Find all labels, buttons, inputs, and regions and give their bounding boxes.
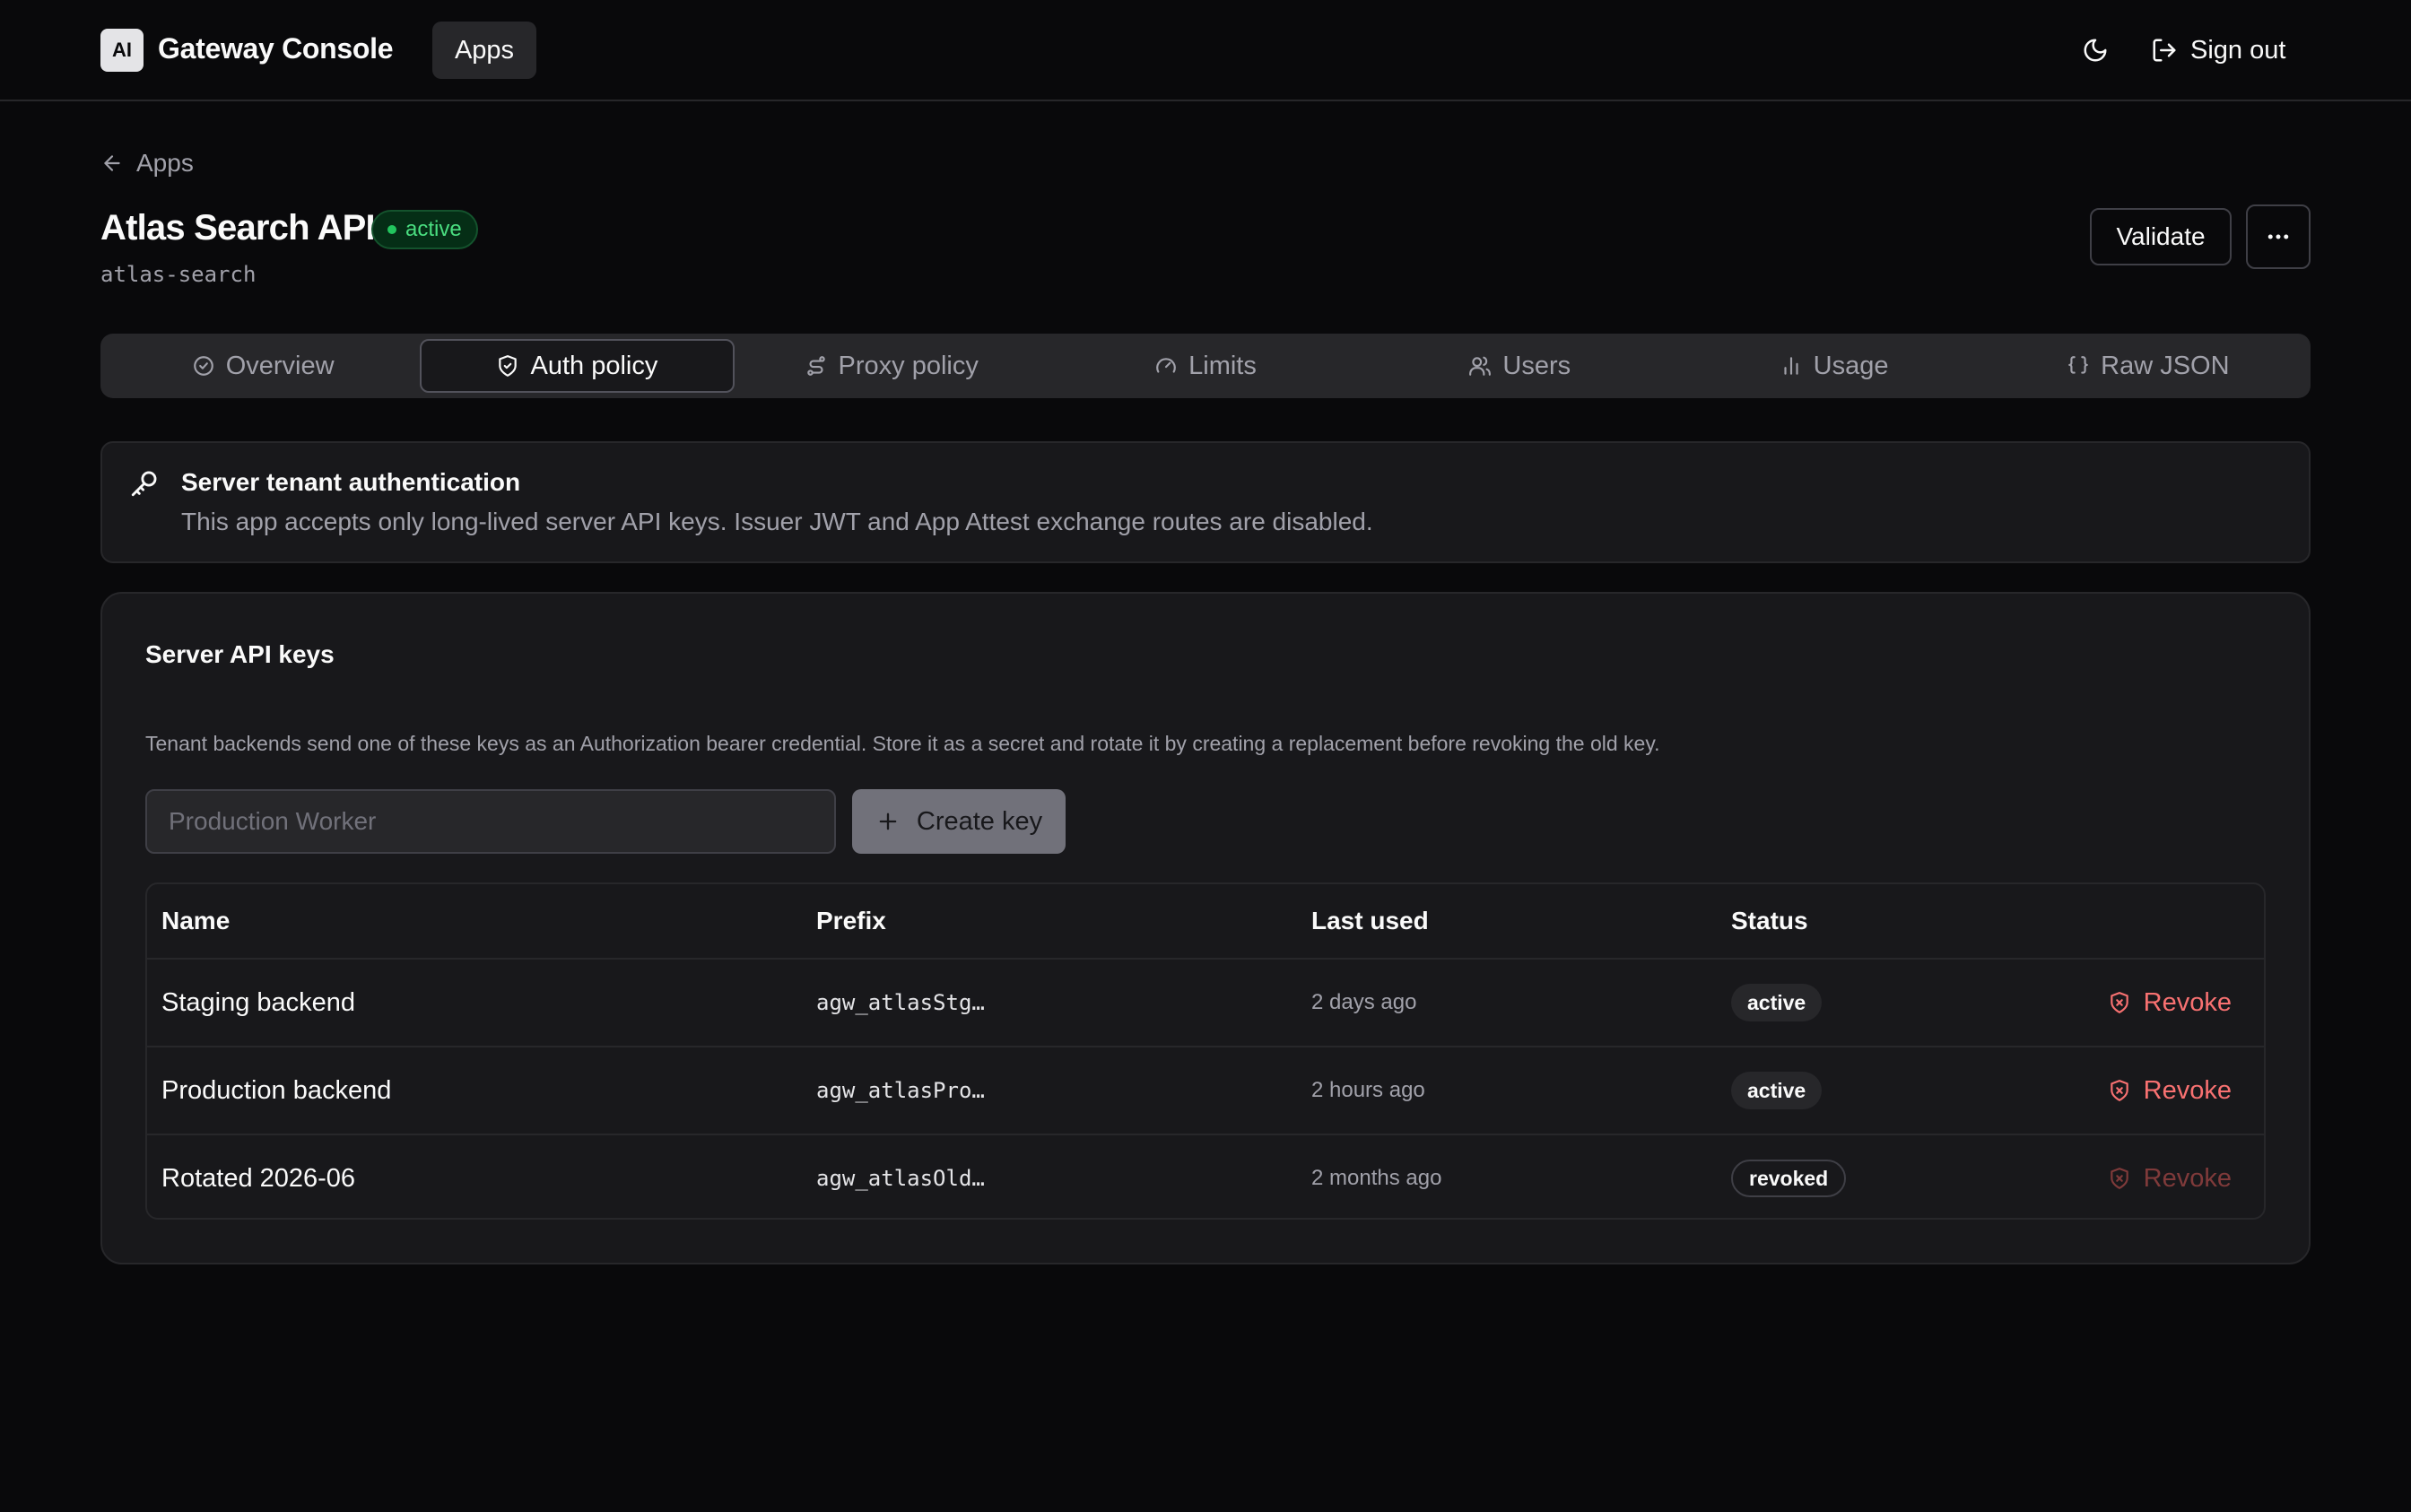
gauge-icon [1156,358,1176,373]
app-slug: atlas-search [100,262,257,287]
tab-raw-json[interactable]: Raw JSON [1991,339,2305,393]
nav-apps-button[interactable]: Apps [432,22,536,79]
column-header-status: Status [1731,907,1808,934]
tab-proxy-policy[interactable]: Proxy policy [735,339,1049,393]
key-icon [131,471,157,497]
log-out-icon [2153,39,2176,62]
logo-icon: AI [100,29,144,72]
auth-info-title: Server tenant authentication [181,468,521,496]
keys-section-description: Tenant backends send one of these keys a… [145,732,1660,755]
revoke-button-disabled: Revoke [2108,1164,2232,1194]
api-keys-table: Name Prefix Last used Status Staging bac… [145,882,2266,1220]
status-cell: revoked [1731,1135,1847,1218]
revoke-label: Revoke [2143,1163,2232,1193]
revoke-button[interactable]: Revoke [2108,988,2232,1018]
key-name-input[interactable] [145,789,836,854]
shield-x-icon [2110,1168,2128,1189]
tab-label: Auth policy [530,351,658,380]
action-cell: Revoke [2108,1047,2232,1134]
sign-out-button[interactable]: Sign out [2151,30,2285,70]
ellipsis-icon [2267,234,2289,239]
back-link-label: Apps [136,149,194,177]
top-bar: AI Gateway Console Apps Sign out [0,0,2411,101]
table-row: Production backend agw_atlasPro… 2 hours… [147,1046,2264,1134]
moon-icon [2084,39,2107,62]
key-name: Rotated 2026-06 [161,1163,356,1193]
bar-chart-icon [1784,357,1798,375]
arrow-left-icon [104,155,120,171]
server-api-keys-card: Server API keys Tenant backends send one… [100,592,2311,1264]
more-actions-button[interactable] [2246,204,2311,269]
tab-limits[interactable]: Limits [1049,339,1362,393]
status-badge: active [1731,1072,1823,1109]
table-header-row: Name Prefix Last used Status [147,884,2264,958]
status-cell: active [1731,1047,1823,1134]
key-name: Staging backend [161,987,356,1017]
key-prefix: agw_atlasStg… [816,990,985,1015]
shield-icon [499,355,518,377]
tab-overview[interactable]: Overview [106,339,420,393]
key-last-used: 2 hours ago [1311,1078,1425,1102]
braces-icon [2068,356,2088,374]
tab-label: Overview [225,351,335,380]
column-header-prefix: Prefix [816,907,886,934]
status-dot-icon [387,225,396,234]
tab-label: Usage [1813,351,1889,380]
tab-usage[interactable]: Usage [1676,339,1990,393]
tab-label: Limits [1188,351,1257,380]
route-icon [806,356,825,376]
shield-x-icon [2110,1080,2128,1101]
tab-label: Users [1502,351,1571,380]
sign-out-label: Sign out [2190,35,2286,65]
create-key-button[interactable]: Create key [852,789,1066,854]
tab-bar: Overview Auth policy Proxy policy Limits… [100,334,2311,398]
revoke-label: Revoke [2143,1075,2232,1105]
check-circle-icon [193,356,213,376]
table-row: Rotated 2026-06 agw_atlasOld… 2 months a… [147,1134,2264,1218]
tab-label: Proxy policy [838,351,979,380]
app-status-label: active [405,217,462,241]
action-cell: Revoke [2108,960,2232,1046]
key-last-used: 2 days ago [1311,990,1417,1014]
plus-icon [879,812,897,830]
tab-auth-policy[interactable]: Auth policy [420,339,735,393]
column-header-last-used: Last used [1311,907,1429,934]
validate-button[interactable]: Validate [2090,208,2232,265]
revoke-label: Revoke [2143,987,2232,1017]
status-badge: active [1731,984,1823,1021]
keys-section-title: Server API keys [145,640,335,668]
action-cell: Revoke [2108,1135,2232,1218]
shield-x-icon [2110,992,2128,1013]
users-icon [1469,356,1492,376]
brand-name: Gateway Console [158,32,394,65]
key-prefix: agw_atlasPro… [816,1078,985,1103]
theme-toggle-button[interactable] [2079,34,2111,66]
tab-label: Raw JSON [2101,351,2230,380]
status-badge: revoked [1731,1160,1847,1197]
tab-users[interactable]: Users [1362,339,1676,393]
key-prefix: agw_atlasOld… [816,1166,985,1191]
create-key-label: Create key [916,806,1043,836]
app-status-badge: active [371,210,478,249]
auth-info-description: This app accepts only long-lived server … [181,508,1373,535]
key-last-used: 2 months ago [1311,1166,1442,1190]
status-cell: active [1731,960,1823,1046]
table-row: Staging backend agw_atlasStg… 2 days ago… [147,958,2264,1046]
page-title: Atlas Search API [100,208,376,248]
auth-info-card: Server tenant authentication This app ac… [100,441,2311,563]
back-link[interactable]: Apps [100,149,194,178]
column-header-name: Name [161,907,231,934]
key-name: Production backend [161,1075,392,1105]
revoke-button[interactable]: Revoke [2108,1076,2232,1106]
